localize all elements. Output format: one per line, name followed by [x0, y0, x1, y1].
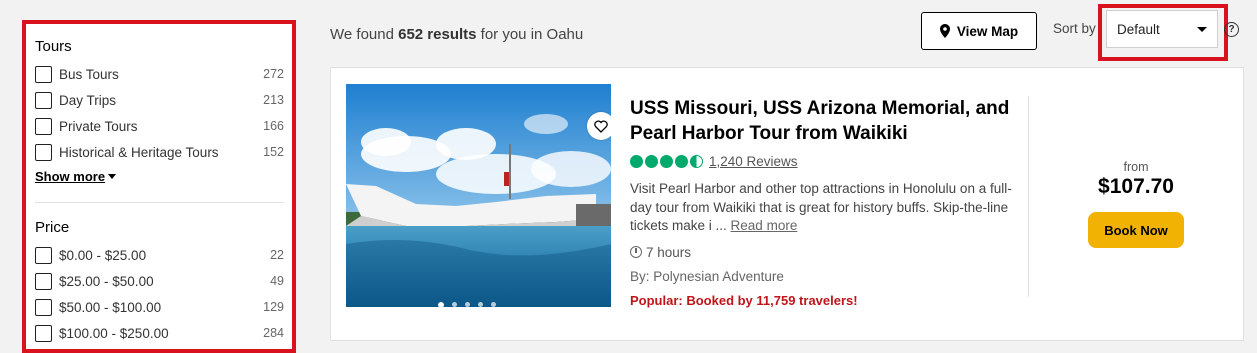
checkbox[interactable]	[35, 65, 52, 83]
sort-dropdown[interactable]: Default	[1106, 10, 1218, 48]
filter-count: 284	[263, 326, 284, 340]
listing-description: Visit Pearl Harbor and other top attract…	[630, 180, 1015, 236]
filter-label: Historical & Heritage Tours	[59, 144, 219, 160]
checkbox[interactable]	[35, 91, 52, 109]
filter-count: 166	[263, 119, 284, 133]
filter-count: 152	[263, 145, 284, 159]
show-more-label: Show more	[35, 169, 106, 184]
filter-private-tours[interactable]: Private Tours 166	[35, 113, 284, 139]
filter-price-100-250[interactable]: $100.00 - $250.00 284	[35, 320, 284, 346]
price-value: $107.70	[1098, 175, 1174, 198]
filter-count: 129	[263, 300, 284, 314]
heart-icon[interactable]	[587, 112, 611, 140]
checkbox[interactable]	[35, 117, 52, 135]
divider	[35, 202, 284, 203]
filter-label: $100.00 - $250.00	[59, 325, 169, 341]
caret-down-icon	[108, 174, 117, 179]
carousel-dot[interactable]	[491, 302, 496, 307]
filter-price-0-25[interactable]: $0.00 - $25.00 22	[35, 242, 284, 268]
filter-label: $25.00 - $50.00	[59, 273, 154, 289]
filter-count: 272	[263, 67, 284, 81]
map-pin-icon	[939, 24, 950, 38]
price-filter-title: Price	[35, 219, 70, 236]
filter-sidebar: Tours Bus Tours 272 Day Trips 213 Privat…	[22, 20, 296, 353]
checkbox[interactable]	[35, 272, 52, 290]
filter-label: Private Tours	[59, 118, 138, 134]
duration-text: 7 hours	[646, 244, 692, 260]
filter-price-50-100[interactable]: $50.00 - $100.00 129	[35, 294, 284, 320]
filter-price-25-50[interactable]: $25.00 - $50.00 49	[35, 268, 284, 294]
checkbox[interactable]	[35, 143, 52, 161]
rating-bubbles	[630, 155, 703, 168]
rating-row: 1,240 Reviews	[630, 154, 1015, 169]
description-text: Visit Pearl Harbor and other top attract…	[630, 181, 1012, 233]
filter-label: Day Trips	[59, 92, 117, 108]
memorial-photo-image	[346, 84, 611, 307]
filter-count: 22	[270, 248, 284, 262]
filter-day-trips[interactable]: Day Trips 213	[35, 87, 284, 113]
tours-filter-title: Tours	[35, 38, 72, 55]
sort-value: Default	[1117, 21, 1160, 37]
checkbox[interactable]	[35, 324, 52, 342]
results-prefix: We found	[330, 26, 399, 43]
filter-label: Bus Tours	[59, 66, 119, 82]
page: Tours Bus Tours 272 Day Trips 213 Privat…	[0, 0, 1257, 353]
listing-card[interactable]: USS Missouri, USS Arizona Memorial, and …	[330, 67, 1244, 341]
filter-label: $0.00 - $25.00	[59, 247, 147, 263]
reviews-link[interactable]: 1,240 Reviews	[709, 154, 798, 169]
view-map-button[interactable]: View Map	[921, 12, 1037, 50]
caret-down-icon	[1197, 26, 1207, 32]
rating-bubble	[660, 155, 673, 168]
carousel-dot[interactable]	[438, 302, 444, 307]
clock-icon	[630, 246, 642, 258]
filter-historical-heritage-tours[interactable]: Historical & Heritage Tours 152	[35, 139, 284, 165]
results-suffix: for you in Oahu	[476, 26, 584, 43]
carousel-dots	[438, 302, 496, 307]
sort-label: Sort by	[1053, 21, 1096, 36]
show-more-link[interactable]: Show more	[35, 169, 117, 184]
results-count: 652 results	[398, 26, 477, 43]
carousel-dot[interactable]	[465, 302, 470, 307]
book-now-button[interactable]: Book Now	[1088, 212, 1184, 248]
duration: 7 hours	[630, 245, 1015, 260]
price-from-label: from	[1123, 160, 1149, 174]
rating-bubble	[645, 155, 658, 168]
filter-count: 49	[270, 274, 284, 288]
listing-info: USS Missouri, USS Arizona Memorial, and …	[630, 96, 1015, 308]
operator-name: By: Polynesian Adventure	[630, 268, 784, 284]
results-summary: We found 652 results for you in Oahu	[330, 26, 583, 43]
help-icon[interactable]: ?	[1224, 22, 1239, 37]
carousel-dot[interactable]	[478, 302, 483, 307]
read-more-link[interactable]: Read more	[731, 218, 798, 233]
filter-label: $50.00 - $100.00	[59, 299, 162, 315]
carousel-dot[interactable]	[452, 302, 457, 307]
checkbox[interactable]	[35, 246, 52, 264]
rating-bubble	[675, 155, 688, 168]
rating-bubble	[630, 155, 643, 168]
view-map-label: View Map	[956, 23, 1019, 39]
price-column: from $107.70 Book Now	[1029, 68, 1243, 248]
checkbox[interactable]	[35, 298, 52, 316]
filter-count: 213	[263, 93, 284, 107]
filter-bus-tours[interactable]: Bus Tours 272	[35, 61, 284, 87]
listing-title[interactable]: USS Missouri, USS Arizona Memorial, and …	[630, 96, 1015, 146]
rating-bubble-half	[690, 155, 703, 168]
popular-badge: Popular: Booked by 11,759 travelers!	[630, 292, 858, 308]
listing-photo[interactable]	[346, 84, 611, 307]
